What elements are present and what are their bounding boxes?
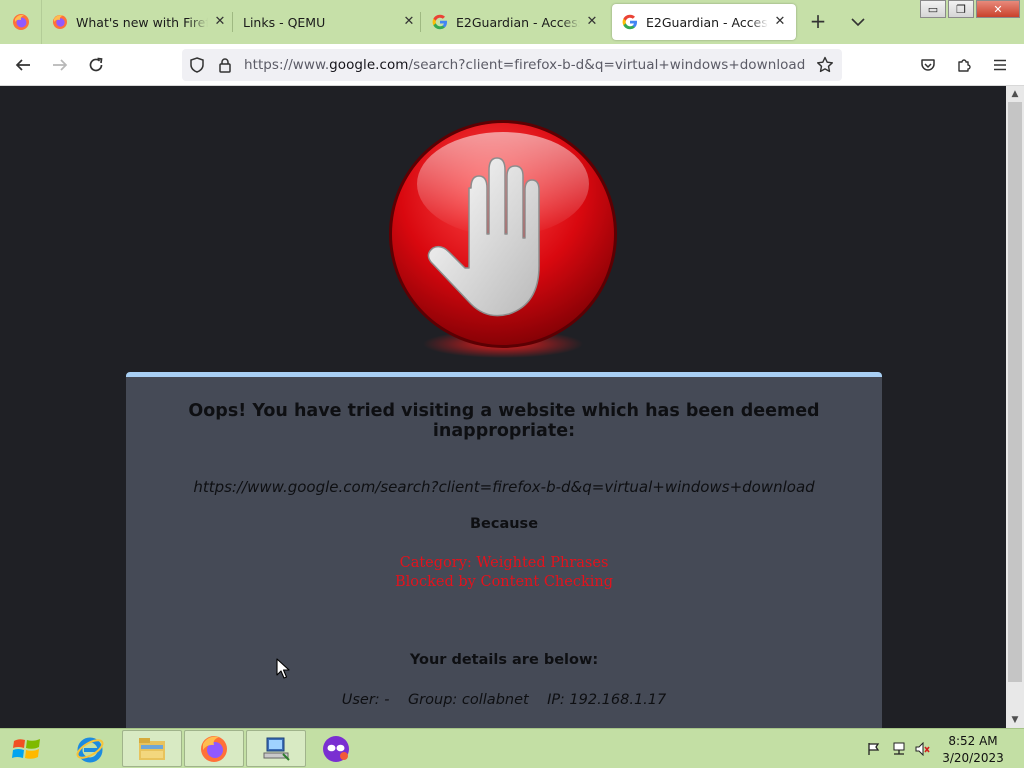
- vertical-scrollbar[interactable]: ▲ ▼: [1006, 86, 1024, 728]
- internet-explorer-icon: [76, 737, 104, 762]
- volume-muted-icon[interactable]: [915, 741, 931, 757]
- firefox-icon: [53, 15, 67, 29]
- navigation-toolbar: https://www.google.com/search?client=fir…: [0, 44, 1024, 86]
- blocked-url: https://www.google.com/search?client=fir…: [193, 478, 815, 496]
- scrollbar-thumb[interactable]: [1008, 102, 1022, 682]
- taskbar-network-computer[interactable]: [246, 730, 306, 767]
- because-label: Because: [469, 516, 539, 532]
- tab-title: What's new with Firefox - ...: [76, 14, 208, 30]
- clock-date[interactable]: 3/20/2023: [936, 751, 1010, 765]
- url-text[interactable]: https://www.google.com/search?client=fir…: [244, 57, 805, 73]
- scroll-up-arrow-icon[interactable]: ▲: [1006, 86, 1024, 102]
- app-menu-button[interactable]: [987, 52, 1013, 78]
- block-message-panel: Oops! You have tried visiting a website …: [126, 372, 882, 728]
- shield-icon[interactable]: [188, 56, 206, 74]
- tab-whats-new-firefox[interactable]: What's new with Firefox - ... ✕: [52, 0, 228, 44]
- taskbar-mask-app[interactable]: [306, 730, 366, 767]
- file-explorer-icon: [139, 737, 165, 760]
- mouse-cursor-icon: [276, 658, 290, 679]
- puzzle-piece-icon: [958, 59, 971, 72]
- google-icon: [622, 14, 637, 30]
- details-heading: Your details are below:: [409, 652, 599, 668]
- taskbar-file-explorer[interactable]: [122, 730, 182, 767]
- windows-taskbar: 8:52 AM 3/20/2023: [0, 728, 1024, 768]
- pocket-button[interactable]: [915, 52, 941, 78]
- tab-title: E2Guardian - Access Denied: [646, 14, 768, 30]
- block-reason: Category: Weighted Phrases Blocked by Co…: [126, 554, 882, 592]
- clock-time[interactable]: 8:52 AM: [936, 734, 1010, 748]
- action-center-flag-icon[interactable]: [866, 741, 882, 757]
- taskbar-firefox[interactable]: [184, 730, 244, 767]
- hamburger-menu-icon: [994, 59, 1006, 71]
- back-button[interactable]: [10, 52, 36, 78]
- extensions-button[interactable]: [951, 52, 977, 78]
- block-title: Oops! You have tried visiting a website …: [188, 401, 820, 441]
- lock-icon[interactable]: [216, 56, 234, 74]
- arrow-right-icon: [53, 59, 68, 71]
- tab-strip: What's new with Firefox - ... ✕ Links - …: [0, 0, 1024, 44]
- forward-button[interactable]: [47, 52, 73, 78]
- google-icon: [432, 14, 447, 30]
- tab-title: E2Guardian - Access Denied: [456, 14, 580, 30]
- url-domain: google.com: [329, 57, 409, 73]
- firefox-icon: [201, 735, 227, 762]
- url-suffix: /search?client=firefox-b-d&q=virtual+win…: [408, 57, 806, 73]
- window-controls: ▭ ❐ ✕: [918, 0, 1020, 20]
- taskbar-internet-explorer[interactable]: [60, 730, 120, 767]
- network-computer-icon: [263, 737, 290, 761]
- tab-close-icon[interactable]: ✕: [401, 14, 417, 30]
- stop-hand-icon: [389, 120, 617, 358]
- tab-close-icon[interactable]: ✕: [584, 14, 600, 30]
- list-all-tabs-button[interactable]: [846, 10, 870, 34]
- tab-e2guardian-1[interactable]: E2Guardian - Access Denied ✕: [432, 0, 600, 44]
- block-category: Category: Weighted Phrases: [399, 555, 609, 571]
- tab-links-qemu[interactable]: Links - QEMU ✕: [243, 0, 417, 44]
- firefox-view-button[interactable]: [0, 0, 42, 44]
- windows-logo-icon: [12, 739, 40, 759]
- reload-icon: [89, 57, 103, 72]
- restore-button[interactable]: ❐: [948, 0, 974, 18]
- start-button[interactable]: [8, 733, 46, 765]
- tab-e2guardian-active[interactable]: E2Guardian - Access Denied ✕: [612, 4, 796, 40]
- page-content: Oops! You have tried visiting a website …: [0, 86, 1006, 728]
- address-bar[interactable]: https://www.google.com/search?client=fir…: [182, 49, 842, 81]
- bookmark-star-icon[interactable]: [816, 56, 834, 74]
- new-tab-button[interactable]: +: [806, 10, 830, 34]
- minimize-button[interactable]: ▭: [920, 0, 946, 18]
- url-prefix: https://www.: [244, 57, 330, 73]
- pocket-icon: [921, 59, 935, 71]
- chevron-down-icon: [851, 18, 865, 27]
- tab-separator: [232, 12, 233, 32]
- tab-title: Links - QEMU: [243, 14, 326, 30]
- scroll-down-arrow-icon[interactable]: ▼: [1006, 712, 1024, 728]
- arrow-left-icon: [15, 59, 30, 71]
- network-icon[interactable]: [891, 741, 907, 757]
- user-details: User: - Group: collabnet IP: 192.168.1.1…: [341, 692, 667, 708]
- close-window-button[interactable]: ✕: [976, 0, 1020, 18]
- tab-close-icon[interactable]: ✕: [212, 14, 228, 30]
- app-mask-icon: [323, 735, 349, 762]
- tab-close-icon[interactable]: ✕: [772, 14, 788, 30]
- block-method: Blocked by Content Checking: [394, 574, 613, 590]
- reload-button[interactable]: [83, 52, 109, 78]
- firefox-icon: [12, 14, 29, 30]
- tab-separator: [420, 12, 421, 32]
